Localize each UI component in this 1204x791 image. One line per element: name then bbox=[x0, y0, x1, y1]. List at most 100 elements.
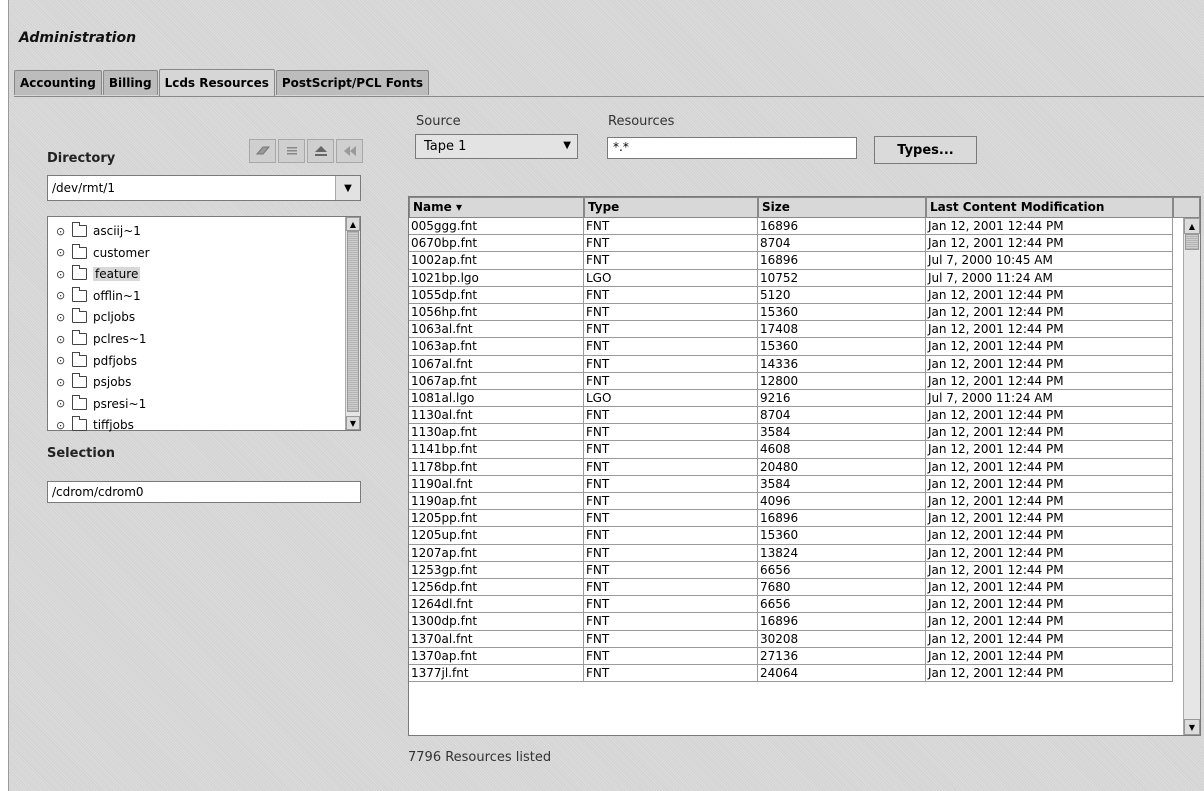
cell-modified: Jan 12, 2001 12:44 PM bbox=[926, 493, 1173, 511]
cell-modified: Jan 12, 2001 12:44 PM bbox=[926, 407, 1173, 425]
cell-modified: Jan 12, 2001 12:44 PM bbox=[926, 544, 1173, 562]
administration-window: Administration Accounting Billing Lcds Res… bbox=[8, 0, 1204, 791]
cell-name: 1063al.fnt bbox=[409, 321, 584, 339]
source-dropdown[interactable]: Tape 1 ▼ bbox=[415, 134, 578, 159]
cell-size: 13824 bbox=[758, 544, 926, 562]
cell-size: 4096 bbox=[758, 493, 926, 511]
rewind-icon[interactable] bbox=[336, 139, 363, 163]
tree-item[interactable]: ⊙ psresi~1 bbox=[56, 394, 146, 413]
cell-name: 0670bp.fnt bbox=[409, 235, 584, 253]
cell-type: FNT bbox=[584, 475, 758, 493]
chevron-down-icon[interactable]: ▼ bbox=[335, 176, 360, 200]
tree-item[interactable]: ⊙ pcljobs bbox=[56, 308, 135, 326]
tree-scrollbar[interactable]: ▲ ▼ bbox=[345, 217, 360, 430]
cell-name: 1205pp.fnt bbox=[409, 510, 584, 528]
selection-label: Selection bbox=[47, 446, 116, 461]
header-corner bbox=[1173, 197, 1200, 218]
eject-icon[interactable] bbox=[307, 139, 334, 163]
directory-combo[interactable]: /dev/rmt/1 ▼ bbox=[47, 175, 361, 201]
cell-size: 12800 bbox=[758, 372, 926, 390]
expand-handle-icon[interactable]: ⊙ bbox=[56, 333, 68, 346]
scroll-up-icon[interactable]: ▲ bbox=[346, 217, 360, 231]
expand-handle-icon[interactable]: ⊙ bbox=[56, 397, 68, 410]
cell-modified: Jan 12, 2001 12:44 PM bbox=[926, 561, 1173, 579]
resources-input[interactable]: *.* bbox=[607, 137, 857, 159]
expand-handle-icon[interactable]: ⊙ bbox=[56, 419, 68, 432]
tree-item[interactable]: ⊙ pclres~1 bbox=[56, 330, 147, 348]
folder-icon bbox=[72, 416, 87, 432]
cell-size: 16896 bbox=[758, 218, 926, 236]
column-header-name[interactable]: Name ▾ bbox=[409, 197, 584, 218]
scroll-down-icon[interactable]: ▼ bbox=[346, 416, 360, 430]
cell-type: FNT bbox=[584, 355, 758, 373]
cell-name: 1300dp.fnt bbox=[409, 613, 584, 631]
tree-item[interactable]: ⊙ tiffjobs bbox=[56, 416, 134, 434]
list-icon[interactable] bbox=[278, 139, 305, 163]
cell-modified: Jan 12, 2001 12:44 PM bbox=[926, 321, 1173, 339]
scroll-up-icon[interactable]: ▲ bbox=[1184, 218, 1200, 234]
tree-item[interactable]: ⊙ feature bbox=[56, 265, 141, 283]
expand-handle-icon[interactable]: ⊙ bbox=[56, 268, 68, 281]
cell-name: 1021bp.lgo bbox=[409, 269, 584, 287]
cell-modified: Jan 12, 2001 12:44 PM bbox=[926, 441, 1173, 459]
tree-item[interactable]: ⊙ psjobs bbox=[56, 373, 131, 391]
tree-item[interactable]: ⊙ asciij~1 bbox=[56, 222, 141, 240]
table-scrollbar[interactable]: ▲ ▼ bbox=[1183, 218, 1200, 735]
directory-tree[interactable]: ⊙ asciij~1 ⊙ customer ⊙ feature ⊙ offlin~1 ⊙ pclj… bbox=[47, 216, 361, 434]
cell-modified: Jul 7, 2000 10:45 AM bbox=[926, 252, 1173, 270]
cell-size: 24064 bbox=[758, 664, 926, 683]
column-header-last-modification[interactable]: Last Content Modification bbox=[926, 197, 1173, 218]
eraser-icon[interactable] bbox=[249, 139, 276, 163]
cell-modified: Jan 12, 2001 12:44 PM bbox=[926, 630, 1173, 648]
expand-handle-icon[interactable]: ⊙ bbox=[56, 225, 68, 238]
tree-item[interactable]: ⊙ customer bbox=[56, 243, 150, 262]
tab-lcds-resources[interactable]: Lcds Resources bbox=[158, 69, 275, 97]
scroll-down-icon[interactable]: ▼ bbox=[1184, 719, 1200, 735]
cell-type: FNT bbox=[584, 235, 758, 253]
tree-item-label: pcljobs bbox=[93, 310, 136, 325]
tab-postscript-pcl-fonts[interactable]: PostScript/PCL Fonts bbox=[275, 70, 430, 95]
column-header-type[interactable]: Type bbox=[584, 197, 758, 218]
cell-name: 1377jl.fnt bbox=[409, 664, 584, 683]
expand-handle-icon[interactable]: ⊙ bbox=[56, 289, 68, 302]
cell-name: 1067ap.fnt bbox=[409, 372, 584, 390]
cell-type: LGO bbox=[584, 389, 758, 408]
cell-type: FNT bbox=[584, 407, 758, 425]
cell-modified: Jan 12, 2001 12:44 PM bbox=[926, 355, 1173, 373]
cell-size: 4608 bbox=[758, 441, 926, 459]
resources-label: Resources bbox=[608, 114, 675, 129]
table-scroll-thumb[interactable] bbox=[1185, 234, 1199, 250]
tree-item[interactable]: ⊙ offlin~1 bbox=[56, 286, 141, 305]
cell-type: FNT bbox=[584, 441, 758, 459]
expand-handle-icon[interactable]: ⊙ bbox=[56, 376, 68, 389]
cell-size: 9216 bbox=[758, 389, 926, 408]
chevron-down-icon: ▼ bbox=[563, 140, 571, 151]
resources-table: Name ▾ Type Size Last Content Modificati… bbox=[408, 196, 1201, 736]
selection-field[interactable]: /cdrom/cdrom0 bbox=[47, 481, 361, 503]
cell-type: FNT bbox=[584, 493, 758, 511]
cell-size: 8704 bbox=[758, 407, 926, 425]
tree-item[interactable]: ⊙ pdfjobs bbox=[56, 351, 137, 370]
tab-billing[interactable]: Billing bbox=[102, 70, 158, 95]
cell-name: 1002ap.fnt bbox=[409, 252, 584, 270]
cell-size: 6656 bbox=[758, 596, 926, 614]
column-header-size[interactable]: Size bbox=[758, 197, 926, 218]
cell-size: 5120 bbox=[758, 286, 926, 304]
expand-handle-icon[interactable]: ⊙ bbox=[56, 354, 68, 367]
cell-type: FNT bbox=[584, 424, 758, 442]
cell-modified: Jan 12, 2001 12:44 PM bbox=[926, 596, 1173, 614]
cell-name: 1055dp.fnt bbox=[409, 286, 584, 304]
cell-modified: Jan 12, 2001 12:44 PM bbox=[926, 235, 1173, 253]
tree-scroll-thumb[interactable] bbox=[347, 231, 359, 412]
types-button[interactable]: Types... bbox=[874, 136, 977, 164]
expand-handle-icon[interactable]: ⊙ bbox=[56, 246, 68, 259]
cell-name: 1264dl.fnt bbox=[409, 596, 584, 614]
resources-value: *.* bbox=[613, 140, 629, 154]
cell-name: 1205up.fnt bbox=[409, 527, 584, 545]
folder-icon bbox=[72, 373, 87, 389]
expand-handle-icon[interactable]: ⊙ bbox=[56, 311, 68, 324]
cell-modified: Jan 12, 2001 12:44 PM bbox=[926, 338, 1173, 356]
cell-size: 3584 bbox=[758, 424, 926, 442]
cell-size: 6656 bbox=[758, 561, 926, 579]
tab-accounting[interactable]: Accounting bbox=[14, 70, 102, 95]
